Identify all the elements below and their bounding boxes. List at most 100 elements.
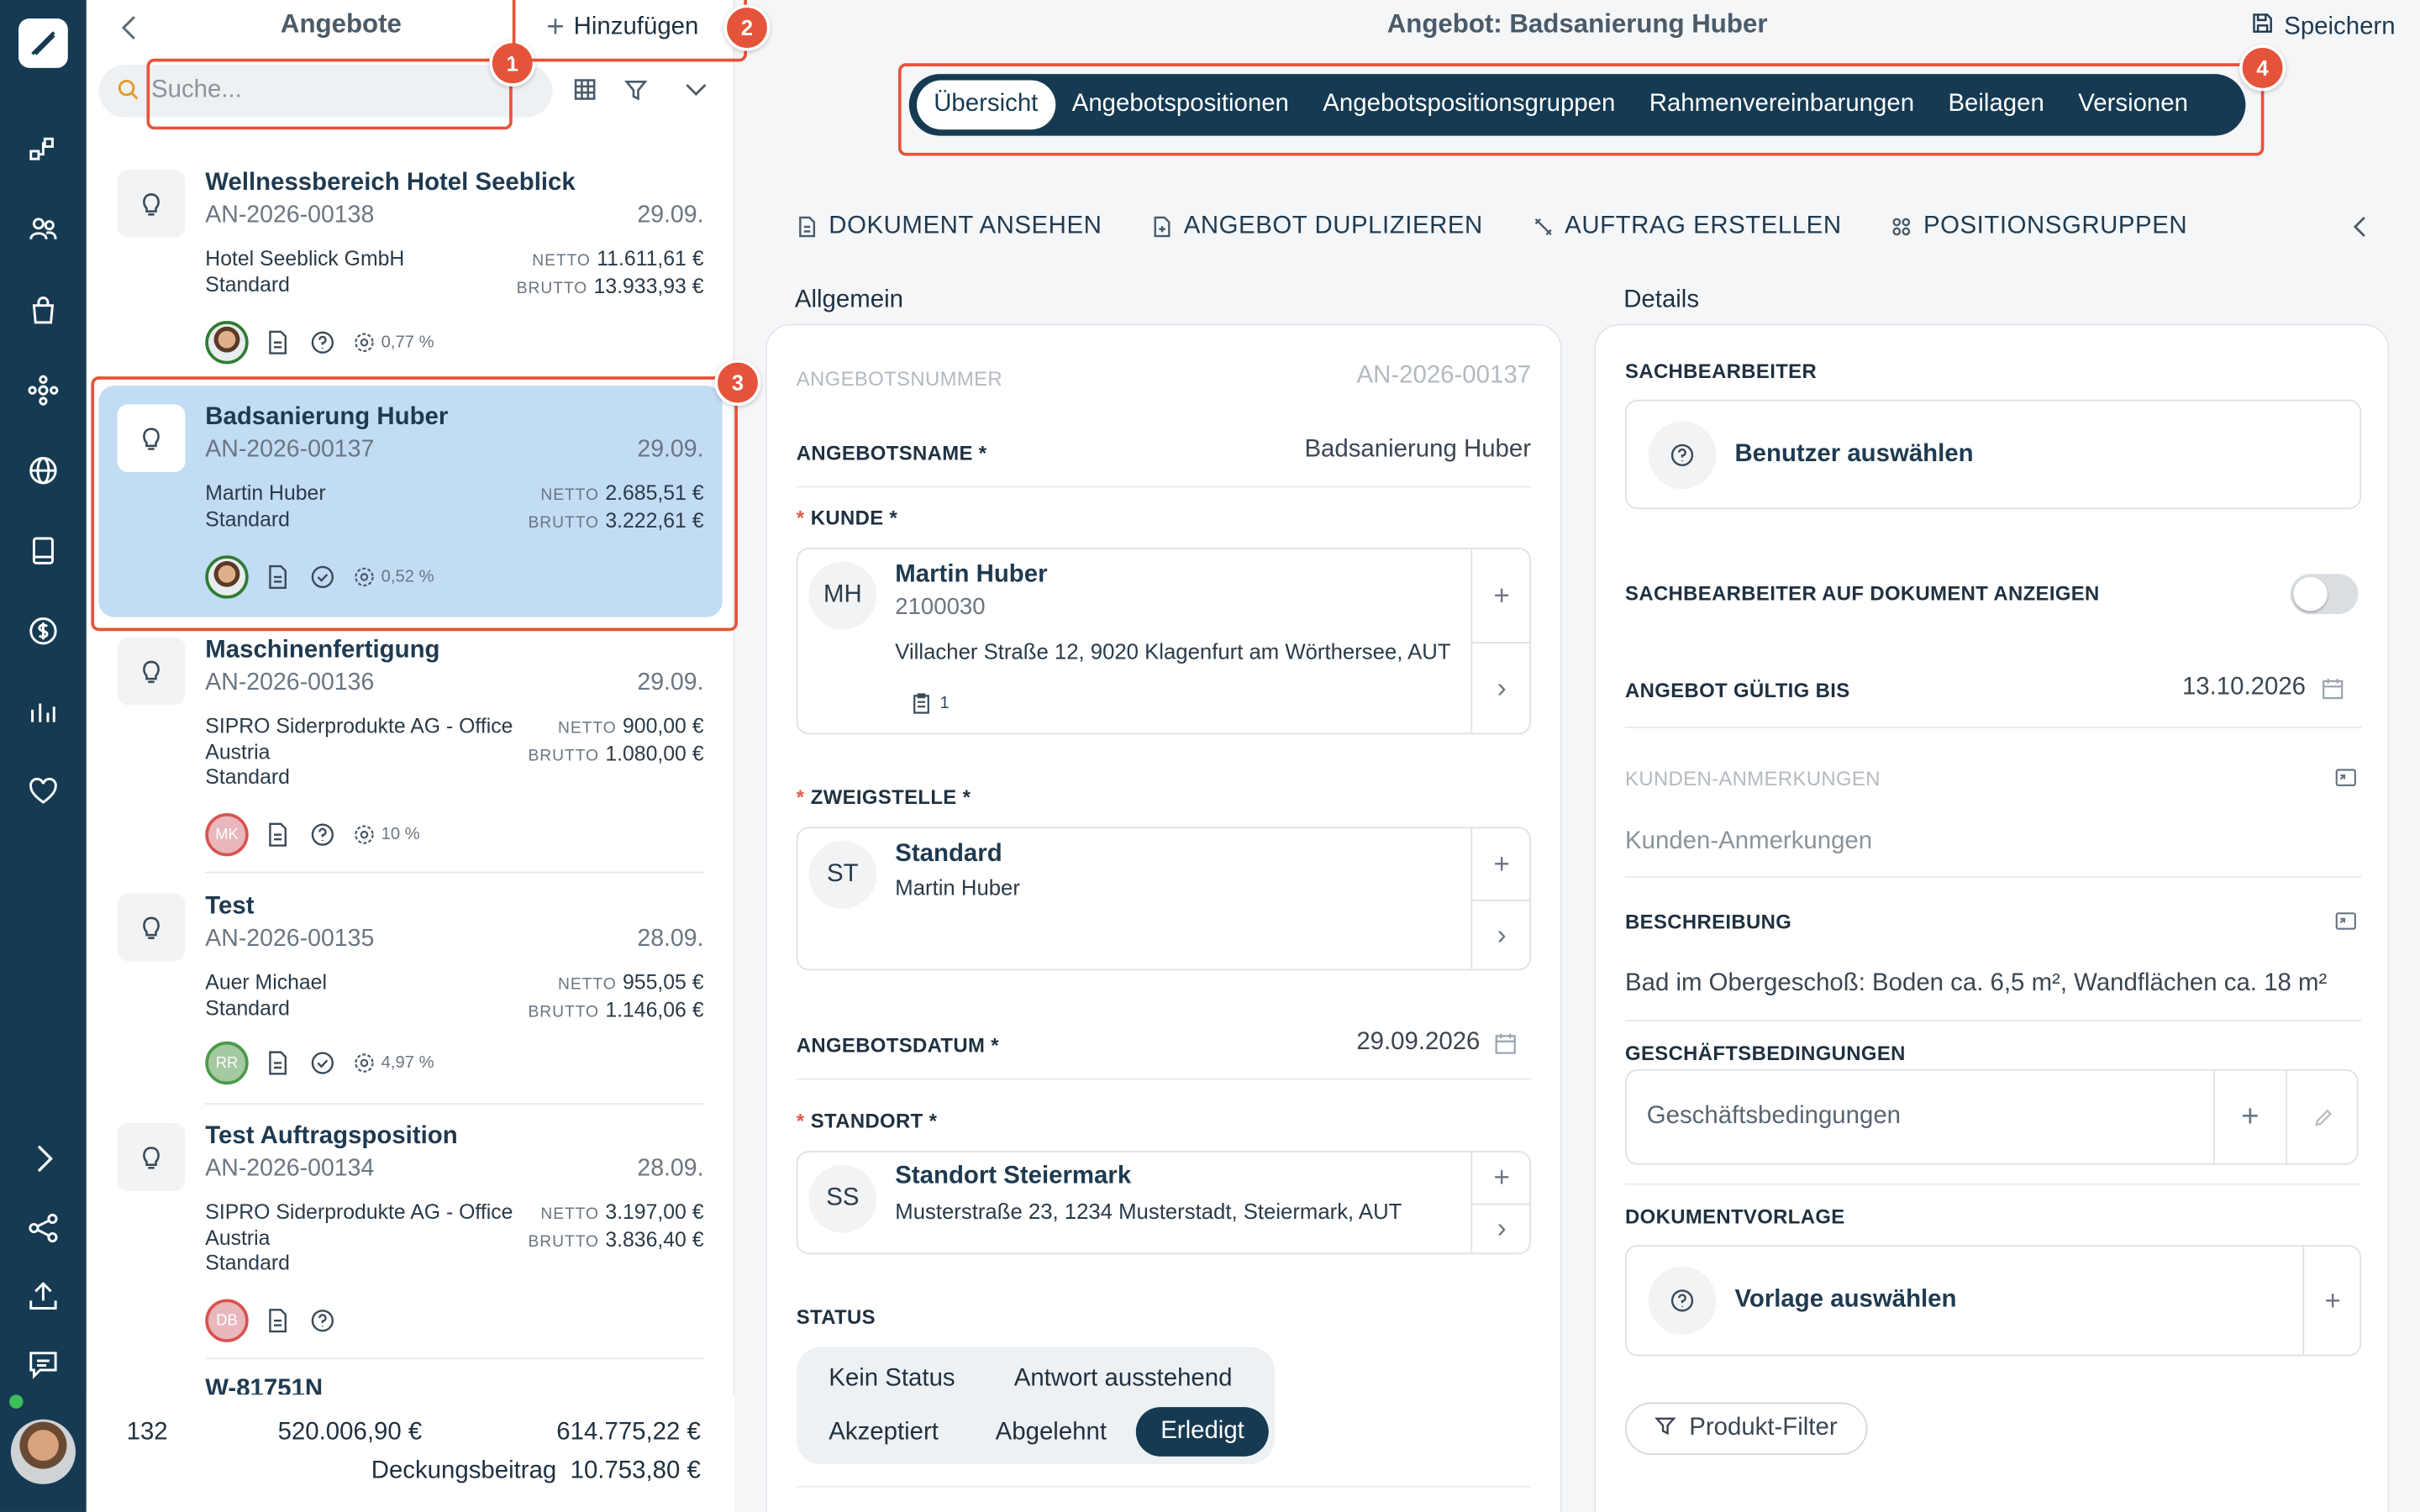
workflow-icon[interactable] (26, 133, 60, 166)
create-order-button[interactable]: AUFTRAG ERSTELLEN (1533, 213, 1842, 240)
app-logo[interactable] (18, 18, 68, 68)
template-selector[interactable]: Vorlage auswählen + (1625, 1245, 2362, 1357)
duplicate-offer-button[interactable]: ANGEBOT DUPLIZIEREN (1151, 213, 1483, 240)
description-label: BESCHREIBUNG (1625, 910, 1792, 934)
terms-selector[interactable]: Geschäftsbedingungen + (1625, 1068, 2359, 1165)
brutto-total: 614.775,22 € (556, 1419, 701, 1446)
list-footer: 132 520.006,90 € 614.775,22 € Deckungsbe… (86, 1394, 735, 1512)
add-icon[interactable]: + (1472, 1152, 1531, 1204)
item-meta: MK 10 % (205, 812, 420, 857)
status-option-done[interactable]: Erledigt (1135, 1407, 1270, 1457)
status-selector: Kein Status Antwort ausstehend Akzeptier… (796, 1347, 1276, 1465)
chart-icon[interactable] (26, 695, 60, 728)
item-customer: SIPRO Siderprodukte AG - Office Austria S… (205, 714, 522, 790)
collapse-panel-icon[interactable] (2346, 213, 2377, 244)
item-customer: Auer Michael Standard (205, 970, 522, 1021)
save-button[interactable]: Speichern (2252, 13, 2396, 42)
customer-notes-input[interactable]: Kunden-Anmerkungen (1625, 828, 1872, 856)
callout-highlight-add (512, 0, 747, 62)
add-icon[interactable]: + (1472, 828, 1531, 899)
status-option-accepted[interactable]: Akzeptiert (829, 1420, 939, 1447)
field-divider (796, 1078, 1532, 1080)
filter-icon[interactable] (622, 76, 653, 107)
item-name: W-81751N (205, 1376, 324, 1395)
product-filter-button[interactable]: Produkt-Filter (1625, 1402, 1868, 1456)
chat-icon[interactable] (26, 1347, 60, 1380)
item-brutto: 3.836,40 € (605, 1227, 704, 1251)
chevron-right-icon[interactable]: › (1472, 900, 1531, 970)
customer-card[interactable]: MH Martin Huber 2100030 Villacher Straße… (796, 548, 1532, 735)
document-icon (267, 1309, 292, 1333)
item-name: Test (205, 893, 255, 920)
lightbulb-icon (117, 1123, 186, 1191)
chevron-right-icon[interactable]: › (1472, 1204, 1531, 1255)
add-icon[interactable]: + (2215, 1071, 2286, 1163)
clerk-placeholder: Benutzer auswählen (1734, 441, 1974, 468)
show-clerk-label: SACHBEARBEITER AUF DOKUMENT ANZEIGEN (1625, 581, 2100, 605)
chevron-right-icon[interactable]: › (1472, 642, 1531, 734)
share-icon[interactable] (26, 1211, 60, 1245)
template-label: DOKUMENTVORLAGE (1625, 1205, 1845, 1229)
general-heading: Allgemein (794, 286, 903, 313)
dollar-icon[interactable] (26, 614, 60, 648)
edit-icon[interactable] (2287, 1071, 2358, 1163)
list-item[interactable]: Maschinenfertigung AN-2026-00136 29.09. … (117, 637, 704, 861)
book-icon[interactable] (26, 533, 60, 567)
copy-doc-icon (1151, 216, 1173, 238)
add-icon[interactable]: + (1472, 549, 1531, 642)
list-item[interactable]: W-81751N (118, 1376, 704, 1394)
list-item[interactable]: Test Auftragsposition AN-2026-00134 28.0… (117, 1123, 704, 1347)
calendar-icon[interactable] (2321, 677, 2344, 708)
upload-icon[interactable] (26, 1279, 60, 1313)
callout-highlight-tabs (897, 63, 2265, 156)
add-icon[interactable]: + (2304, 1247, 2361, 1355)
margin-badge: 10 % (354, 824, 420, 846)
description-input[interactable]: Bad im Obergeschoß: Boden ca. 6,5 m², Wa… (1625, 970, 2327, 998)
clerk-label: SACHBEARBEITER (1625, 359, 1818, 383)
valid-until-input[interactable]: 13.10.2026 (2182, 675, 2306, 702)
heart-icon[interactable] (26, 774, 60, 808)
field-divider (1625, 727, 2362, 728)
status-option-rejected[interactable]: Abgelehnt (996, 1420, 1107, 1447)
calendar-icon[interactable] (1494, 1032, 1518, 1063)
branch-card[interactable]: ST Standard Martin Huber + › (796, 827, 1532, 971)
chevron-down-icon[interactable] (682, 76, 713, 107)
page-title: Angebot: Badsanierung Huber (1386, 9, 1768, 39)
globe-icon[interactable] (26, 454, 60, 487)
tools-icon (1533, 216, 1555, 238)
item-pct: 10 % (381, 825, 420, 844)
location-card[interactable]: SS Standort Steiermark Musterstraße 23, … (796, 1151, 1532, 1255)
customer-initials: MH (808, 561, 877, 630)
location-label: * STANDORT * (796, 1109, 938, 1133)
list-item[interactable]: Test AN-2026-00135 28.09. Auer Michael St… (117, 893, 704, 1090)
offer-date-input[interactable]: 29.09.2026 (1356, 1029, 1480, 1057)
terms-label: GESCHÄFTSBEDINGUNGEN (1625, 1041, 1906, 1065)
item-number: AN-2026-00135 (205, 926, 375, 953)
item-branch: Standard (205, 995, 290, 1020)
avatar (205, 321, 249, 365)
network-icon[interactable] (26, 373, 60, 407)
position-groups-button[interactable]: POSITIONSGRUPPEN (1891, 213, 2187, 240)
offer-name-input[interactable]: Badsanierung Huber (1304, 437, 1531, 465)
status-option-none[interactable]: Kein Status (829, 1365, 955, 1393)
user-avatar[interactable] (10, 1419, 76, 1484)
field-divider (1625, 1183, 2362, 1185)
expand-icon[interactable] (26, 1142, 60, 1175)
clerk-selector[interactable]: Benutzer auswählen (1625, 399, 2362, 510)
show-clerk-toggle[interactable] (2290, 574, 2359, 615)
item-netto: 955,05 € (622, 970, 704, 994)
item-number: AN-2026-00134 (205, 1155, 375, 1182)
save-label: Speichern (2284, 13, 2396, 39)
view-document-button[interactable]: DOKUMENT ANSEHEN (797, 213, 1102, 240)
expand-editor-icon[interactable] (2335, 767, 2357, 795)
item-brutto: 1.080,00 € (605, 741, 704, 765)
list-item[interactable]: Wellnessbereich Hotel Seeblick AN-2026-0… (117, 170, 704, 367)
customers-icon[interactable] (26, 213, 60, 246)
branch-initials: ST (808, 841, 877, 909)
shopping-bag-icon[interactable] (26, 293, 60, 327)
status-option-pending[interactable]: Antwort ausstehend (1014, 1365, 1233, 1393)
table-view-icon[interactable] (571, 76, 602, 107)
action-bar: DOKUMENT ANSEHEN ANGEBOT DUPLIZIEREN AUF… (797, 213, 2187, 240)
expand-editor-icon[interactable] (2335, 911, 2357, 938)
item-meta: RR 4,97 % (205, 1041, 434, 1085)
